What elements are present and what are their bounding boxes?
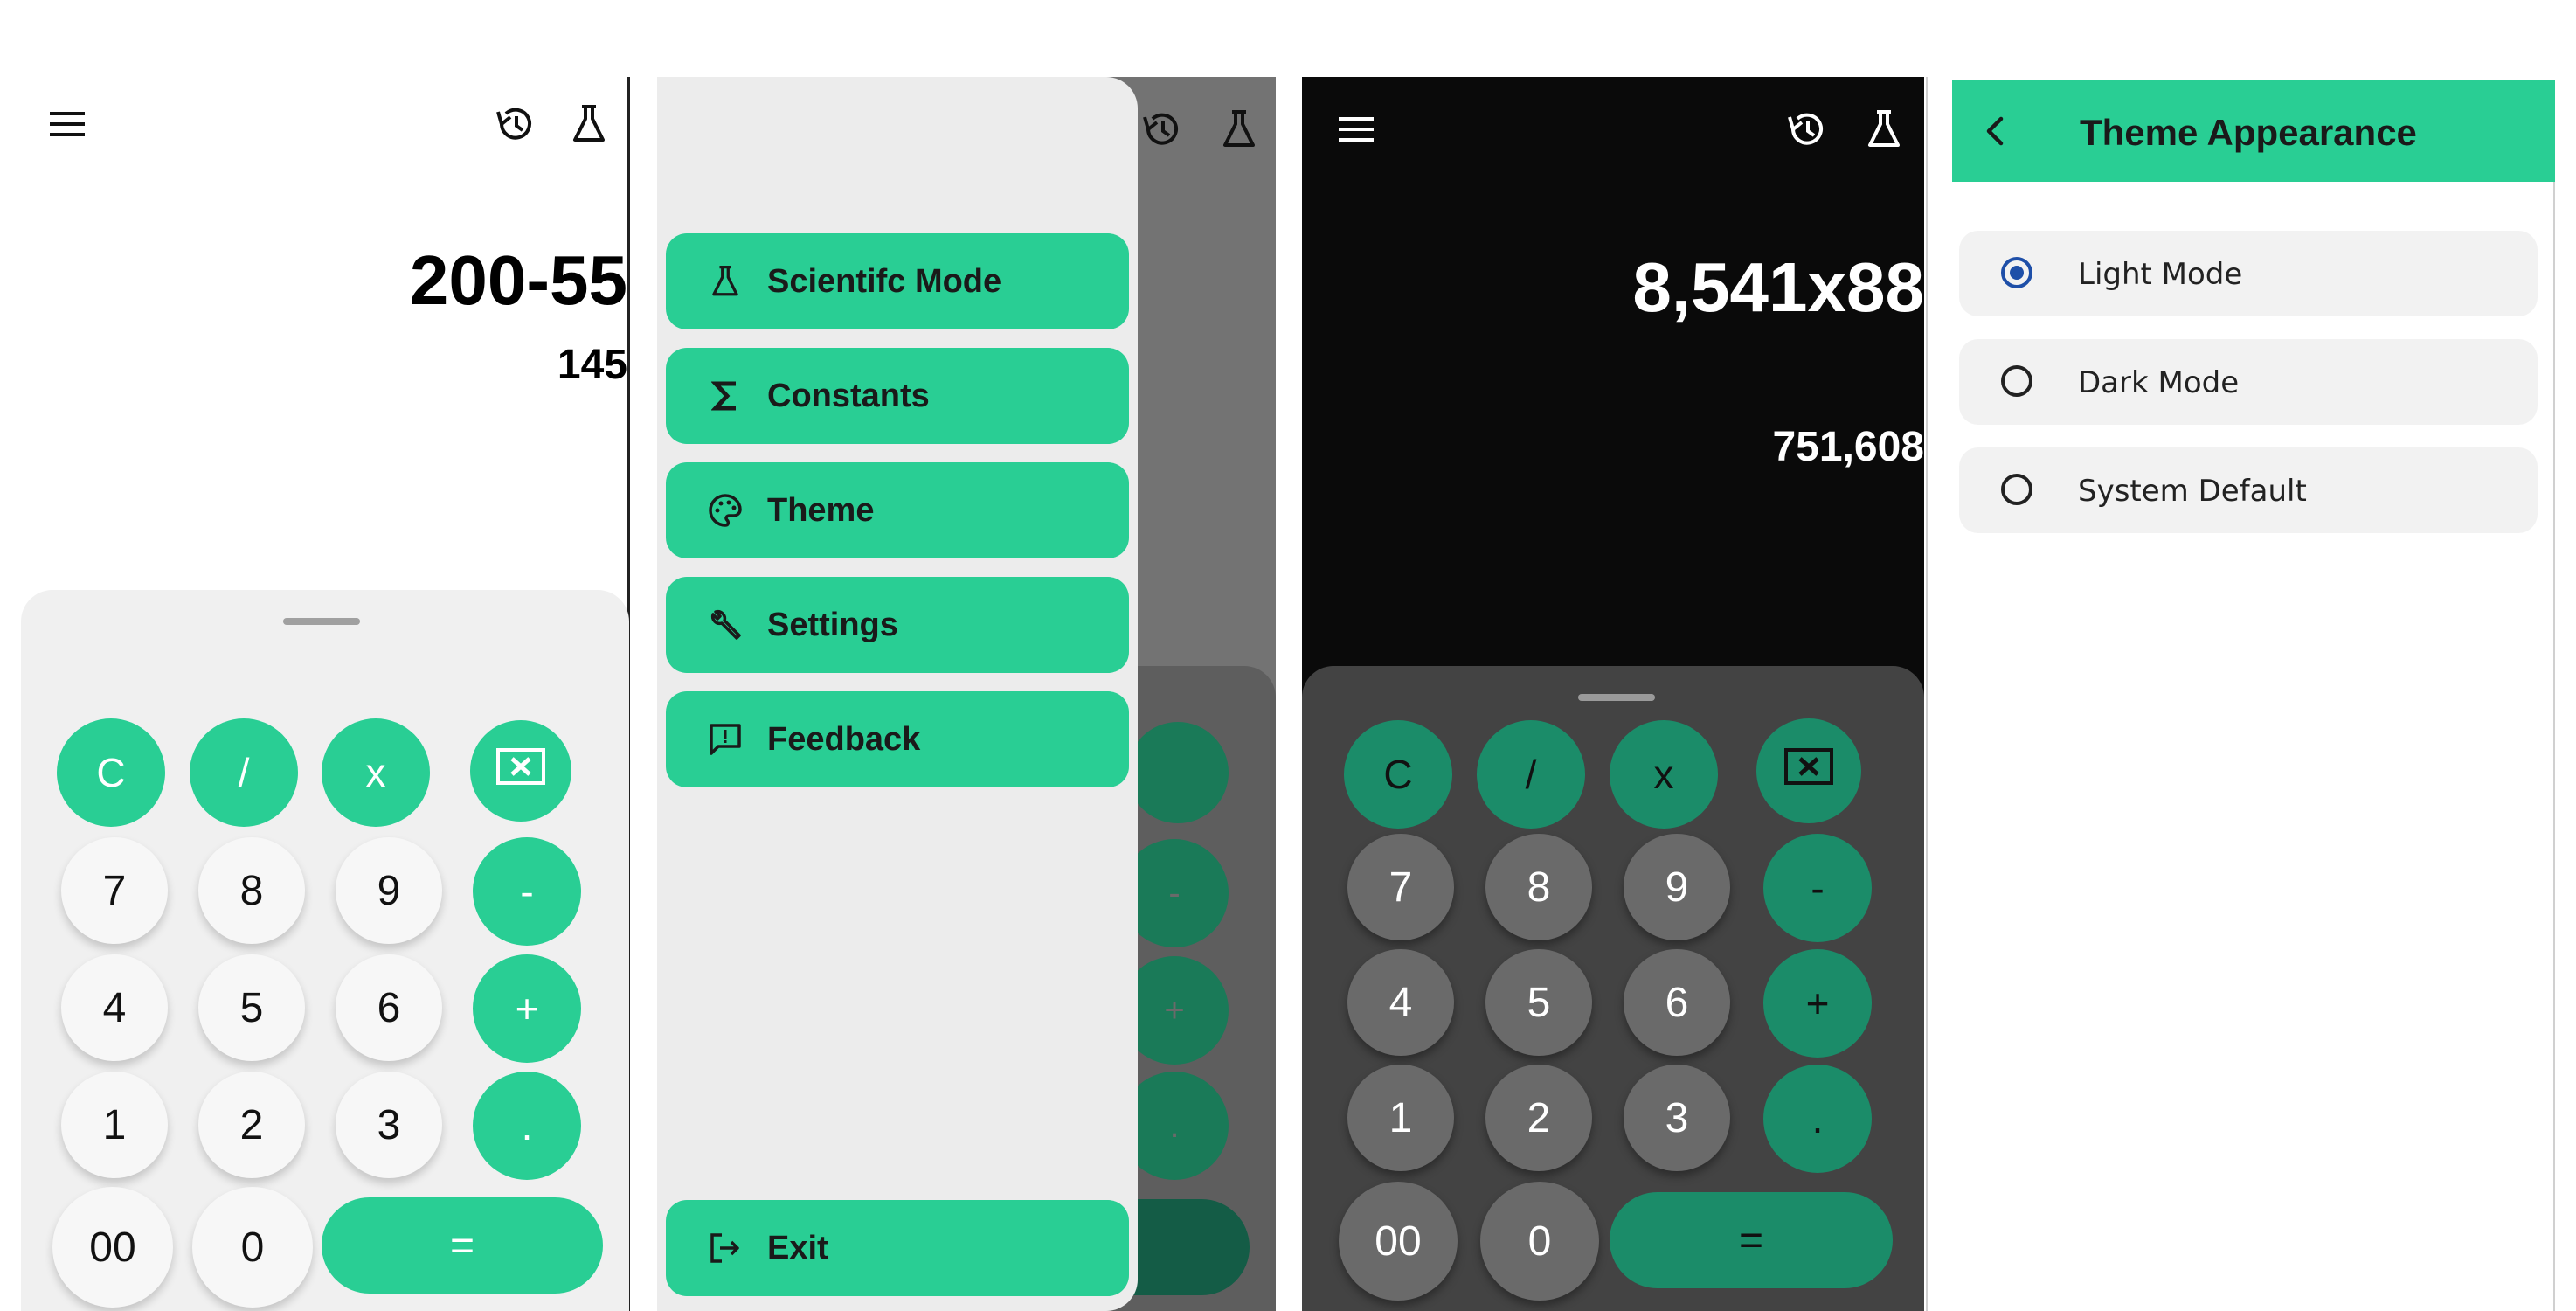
key-00[interactable]: 00: [52, 1187, 173, 1308]
backspace-button[interactable]: [1756, 718, 1861, 823]
key-00[interactable]: 00: [1339, 1182, 1458, 1301]
theme-option-system[interactable]: System Default: [1959, 447, 2538, 533]
dimmed-backspace: [1127, 722, 1229, 823]
backspace-icon: [1783, 747, 1834, 795]
key-9[interactable]: 9: [336, 837, 442, 944]
decimal-button[interactable]: .: [473, 1072, 581, 1180]
palette-icon: [708, 493, 743, 528]
menu-item-label: Feedback: [767, 720, 921, 758]
key-2[interactable]: 2: [1485, 1065, 1592, 1171]
minus-button[interactable]: -: [1763, 834, 1872, 942]
key-6[interactable]: 6: [336, 954, 442, 1061]
key-0[interactable]: 0: [1480, 1182, 1599, 1301]
menu-item-exit[interactable]: Exit: [666, 1200, 1129, 1296]
minus-button[interactable]: -: [473, 837, 581, 946]
key-9[interactable]: 9: [1624, 834, 1730, 940]
clear-button[interactable]: C: [1344, 720, 1452, 829]
flask-icon: [1220, 108, 1258, 150]
menu-item-label: Theme: [767, 491, 875, 529]
key-5[interactable]: 5: [1485, 949, 1592, 1056]
key-4[interactable]: 4: [1347, 949, 1454, 1056]
key-8[interactable]: 8: [198, 837, 305, 944]
back-arrow-icon[interactable]: [1982, 115, 2010, 147]
history-icon: [1139, 107, 1185, 152]
menu-item-scientific-mode[interactable]: Scientifc Mode: [666, 233, 1129, 329]
result-display: 145: [557, 342, 627, 388]
key-7[interactable]: 7: [1347, 834, 1454, 940]
menu-icon[interactable]: [1337, 114, 1377, 144]
result-display: 751,608: [1772, 424, 1924, 470]
feedback-icon: [708, 722, 743, 757]
key-5[interactable]: 5: [198, 954, 305, 1061]
menu-item-label: Scientifc Mode: [767, 262, 1002, 300]
menu-item-label: Settings: [767, 606, 898, 643]
key-8[interactable]: 8: [1485, 834, 1592, 940]
equals-button[interactable]: =: [322, 1197, 603, 1294]
plus-button[interactable]: +: [1763, 949, 1872, 1058]
radio-dark-mode[interactable]: [2001, 365, 2032, 397]
backspace-button[interactable]: [470, 720, 571, 822]
theme-option-light[interactable]: Light Mode: [1959, 231, 2538, 316]
sigma-icon: [708, 378, 743, 413]
divide-button[interactable]: /: [190, 718, 298, 827]
key-2[interactable]: 2: [198, 1072, 305, 1178]
flask-icon[interactable]: [1865, 108, 1903, 150]
decimal-button[interactable]: .: [1763, 1065, 1872, 1173]
key-1[interactable]: 1: [61, 1072, 168, 1178]
history-icon[interactable]: [493, 101, 538, 147]
menu-item-label: Constants: [767, 377, 930, 414]
clear-button[interactable]: C: [57, 718, 165, 827]
history-icon[interactable]: [1784, 107, 1830, 152]
page-title: Theme Appearance: [2080, 112, 2417, 153]
backspace-icon: [495, 747, 546, 795]
equals-button[interactable]: =: [1610, 1192, 1893, 1288]
flask-icon[interactable]: [570, 103, 608, 145]
menu-item-theme[interactable]: Theme: [666, 462, 1129, 558]
key-3[interactable]: 3: [1624, 1065, 1730, 1171]
flask-icon: [708, 264, 743, 299]
option-label: Dark Mode: [2078, 365, 2240, 400]
menu-item-settings[interactable]: Settings: [666, 577, 1129, 673]
panel-divider: [2553, 80, 2555, 1311]
menu-item-feedback[interactable]: Feedback: [666, 691, 1129, 787]
key-6[interactable]: 6: [1624, 949, 1730, 1056]
wrench-icon: [708, 607, 743, 642]
key-3[interactable]: 3: [336, 1072, 442, 1178]
menu-item-label: Exit: [767, 1229, 828, 1266]
menu-icon[interactable]: [48, 109, 88, 139]
expression-display: 8,541x88: [1632, 248, 1924, 326]
divide-button[interactable]: /: [1477, 720, 1585, 829]
exit-icon: [708, 1231, 743, 1266]
menu-item-constants[interactable]: Constants: [666, 348, 1129, 444]
radio-system-default[interactable]: [2001, 474, 2032, 505]
plus-button[interactable]: +: [473, 954, 581, 1063]
key-1[interactable]: 1: [1347, 1065, 1454, 1171]
multiply-button[interactable]: x: [1610, 720, 1718, 829]
multiply-button[interactable]: x: [322, 718, 430, 827]
theme-option-dark[interactable]: Dark Mode: [1959, 339, 2538, 425]
sheet-handle[interactable]: [283, 618, 360, 625]
key-4[interactable]: 4: [61, 954, 168, 1061]
option-label: Light Mode: [2078, 257, 2243, 292]
option-label: System Default: [2078, 474, 2307, 509]
expression-display: 200-55: [409, 241, 627, 319]
panel-divider: [1926, 77, 1928, 1311]
radio-light-mode[interactable]: [2001, 257, 2032, 288]
key-7[interactable]: 7: [61, 837, 168, 944]
key-0[interactable]: 0: [192, 1187, 313, 1308]
sheet-handle[interactable]: [1578, 694, 1655, 701]
